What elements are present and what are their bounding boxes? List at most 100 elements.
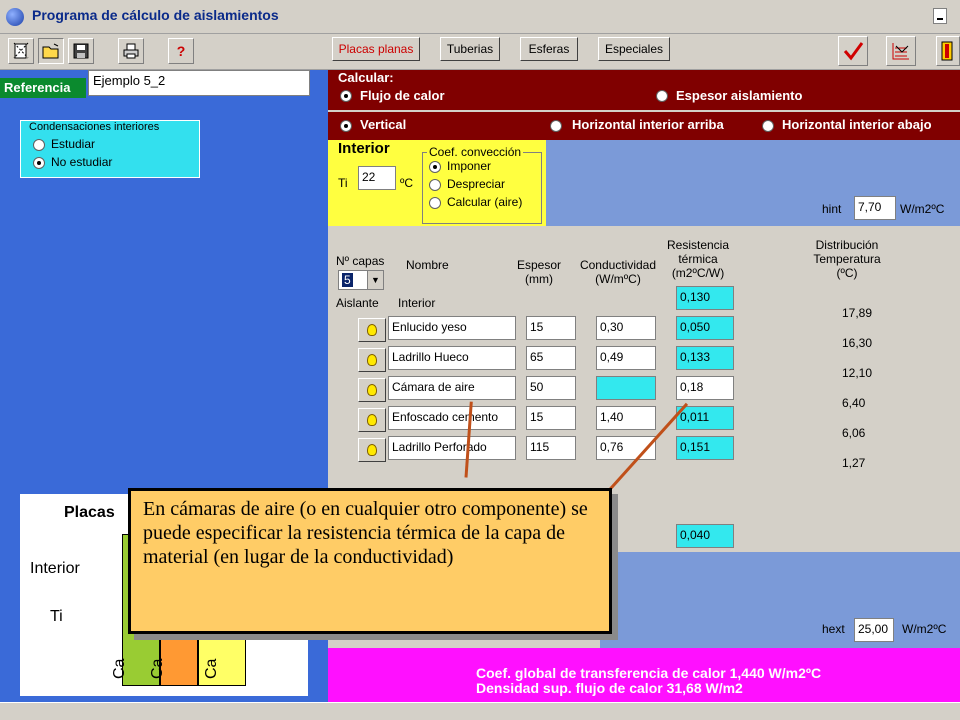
calcular-aire-radio[interactable] xyxy=(429,197,441,209)
preview-interior-label: Interior xyxy=(30,560,80,577)
layer-1-espesor[interactable]: 15 xyxy=(526,316,576,340)
new-icon[interactable] xyxy=(8,38,34,64)
header-distribucion: Distribución Temperatura (ºC) xyxy=(813,238,881,280)
orientation-bar: Vertical Horizontal interior arriba Hori… xyxy=(328,112,960,140)
hext-label: hext xyxy=(822,622,845,636)
exit-icon[interactable] xyxy=(936,36,960,66)
callout-note: En cámaras de aire (o en cualquier otro … xyxy=(128,488,612,634)
layer-5-espesor[interactable]: 115 xyxy=(526,436,576,460)
bulb-icon xyxy=(367,324,377,336)
calcular-aire-label: Calcular (aire) xyxy=(447,195,523,209)
layer-1-resistencia[interactable]: 0,050 xyxy=(676,316,734,340)
open-icon[interactable] xyxy=(38,38,64,64)
aislante-label: Aislante xyxy=(336,296,379,310)
bulb-icon xyxy=(367,384,377,396)
check-icon[interactable] xyxy=(838,36,868,66)
header-espesor: Espesor (mm) xyxy=(516,258,562,286)
layer-2-aislante-toggle[interactable] xyxy=(358,348,386,372)
header-conductividad: Conductividad (W/mºC) xyxy=(579,258,657,286)
horizontal-arriba-radio[interactable] xyxy=(550,120,562,132)
header-resistencia: Resistencia térmica (m2ºC/W) xyxy=(666,238,730,280)
hext-input[interactable]: 25,00 xyxy=(854,618,894,642)
ti-input[interactable]: 22 xyxy=(358,166,396,190)
condensaciones-title: Condensaciones interiores xyxy=(29,121,160,133)
temp-layer-4: 6,06 xyxy=(842,426,866,440)
layer-4-nombre[interactable]: Enfoscado cemento xyxy=(388,406,516,430)
layer-2-conductividad[interactable]: 0,49 xyxy=(596,346,656,370)
layer-4-aislante-toggle[interactable] xyxy=(358,408,386,432)
no-estudiar-radio[interactable] xyxy=(33,157,45,169)
bulb-icon xyxy=(367,414,377,426)
despreciar-radio[interactable] xyxy=(429,179,441,191)
imponer-radio[interactable] xyxy=(429,161,441,173)
ti-unit: ºC xyxy=(400,176,414,190)
help-icon[interactable]: ? xyxy=(168,38,194,64)
temp-layer-5: 1,27 xyxy=(842,456,866,470)
hint-panel: hint 7,70 W/m2ºC xyxy=(546,140,960,226)
toolbar: ? Placas planas Tuberias Esferas Especia… xyxy=(0,34,960,70)
chevron-down-icon[interactable]: ▼ xyxy=(367,271,383,289)
layer-1-conductividad[interactable]: 0,30 xyxy=(596,316,656,340)
vertical-label: Vertical xyxy=(360,117,407,132)
layer-1-aislante-toggle[interactable] xyxy=(358,318,386,342)
layer-3-aislante-toggle[interactable] xyxy=(358,378,386,402)
app-icon xyxy=(6,8,24,26)
calcular-title: Calcular: xyxy=(338,70,394,85)
header-nombre: Nombre xyxy=(406,258,449,272)
hint-unit: W/m2ºC xyxy=(900,202,945,216)
save-icon[interactable] xyxy=(68,38,94,64)
condensaciones-group: Condensaciones interiores Estudiar No es… xyxy=(20,120,200,178)
conveccion-group: Coef. convección Imponer Despreciar Calc… xyxy=(422,145,542,224)
estudiar-radio[interactable] xyxy=(33,139,45,151)
despreciar-label: Despreciar xyxy=(447,177,506,191)
tab-esferas[interactable]: Esferas xyxy=(520,37,578,61)
horizontal-abajo-radio[interactable] xyxy=(762,120,774,132)
flujo-calor-radio[interactable] xyxy=(340,90,352,102)
tab-especiales[interactable]: Especiales xyxy=(598,37,670,61)
title-bar: Programa de cálculo de aislamientos xyxy=(0,0,960,34)
hint-label: hint xyxy=(822,202,842,216)
imponer-label: Imponer xyxy=(447,159,492,173)
print-icon[interactable] xyxy=(118,38,144,64)
layer-4-resistencia[interactable]: 0,011 xyxy=(676,406,734,430)
ncapas-select[interactable]: 5 ▼ xyxy=(338,270,384,290)
layer-4-conductividad[interactable]: 1,40 xyxy=(596,406,656,430)
layer-5-aislante-toggle[interactable] xyxy=(358,438,386,462)
tab-placas-planas[interactable]: Placas planas xyxy=(332,37,420,61)
tab-tuberias[interactable]: Tuberias xyxy=(440,37,500,61)
interior-panel: Interior Ti 22 ºC Coef. convección Impon… xyxy=(328,140,546,226)
hext-panel: hext 25,00 W/m2ºC xyxy=(600,552,960,648)
vertical-radio[interactable] xyxy=(340,120,352,132)
layer-2-nombre[interactable]: Ladrillo Hueco xyxy=(388,346,516,370)
hint-input[interactable]: 7,70 xyxy=(854,196,896,220)
layer-3-conductividad[interactable] xyxy=(596,376,656,400)
bulb-icon xyxy=(367,354,377,366)
calcular-bar: Calcular: Flujo de calor Espesor aislami… xyxy=(328,70,960,110)
layer-5-resistencia[interactable]: 0,151 xyxy=(676,436,734,460)
hext-unit: W/m2ºC xyxy=(902,622,947,636)
layer-3-nombre[interactable]: Cámara de aire xyxy=(388,376,516,400)
conveccion-title: Coef. convección xyxy=(427,145,524,159)
result-densidad-flujo: Densidad sup. flujo de calor 31,68 W/m2 xyxy=(476,680,743,696)
layer-2-espesor[interactable]: 65 xyxy=(526,346,576,370)
layer-3-espesor[interactable]: 50 xyxy=(526,376,576,400)
layer-4-espesor[interactable]: 15 xyxy=(526,406,576,430)
status-bar xyxy=(0,702,960,720)
referencia-label: Referencia xyxy=(0,78,86,98)
bulb-icon xyxy=(367,444,377,456)
temp-layer-3: 6,40 xyxy=(842,396,866,410)
referencia-input[interactable]: Ejemplo 5_2 xyxy=(88,70,310,96)
interior-resistencia[interactable]: 0,130 xyxy=(676,286,734,310)
espesor-aislamiento-radio[interactable] xyxy=(656,90,668,102)
ti-label: Ti xyxy=(338,176,348,190)
temp-layer-1: 16,30 xyxy=(842,336,873,350)
no-estudiar-label: No estudiar xyxy=(51,155,113,169)
graph-icon[interactable] xyxy=(886,36,916,66)
layer-3-resistencia[interactable]: 0,18 xyxy=(676,376,734,400)
horizontal-arriba-label: Horizontal interior arriba xyxy=(572,117,724,132)
layer-2-resistencia[interactable]: 0,133 xyxy=(676,346,734,370)
layer-1-nombre[interactable]: Enlucido yeso xyxy=(388,316,516,340)
minimize-button[interactable] xyxy=(933,8,947,24)
exterior-resistencia[interactable]: 0,040 xyxy=(676,524,734,548)
layer-5-nombre[interactable]: Ladrillo Perforado xyxy=(388,436,516,460)
